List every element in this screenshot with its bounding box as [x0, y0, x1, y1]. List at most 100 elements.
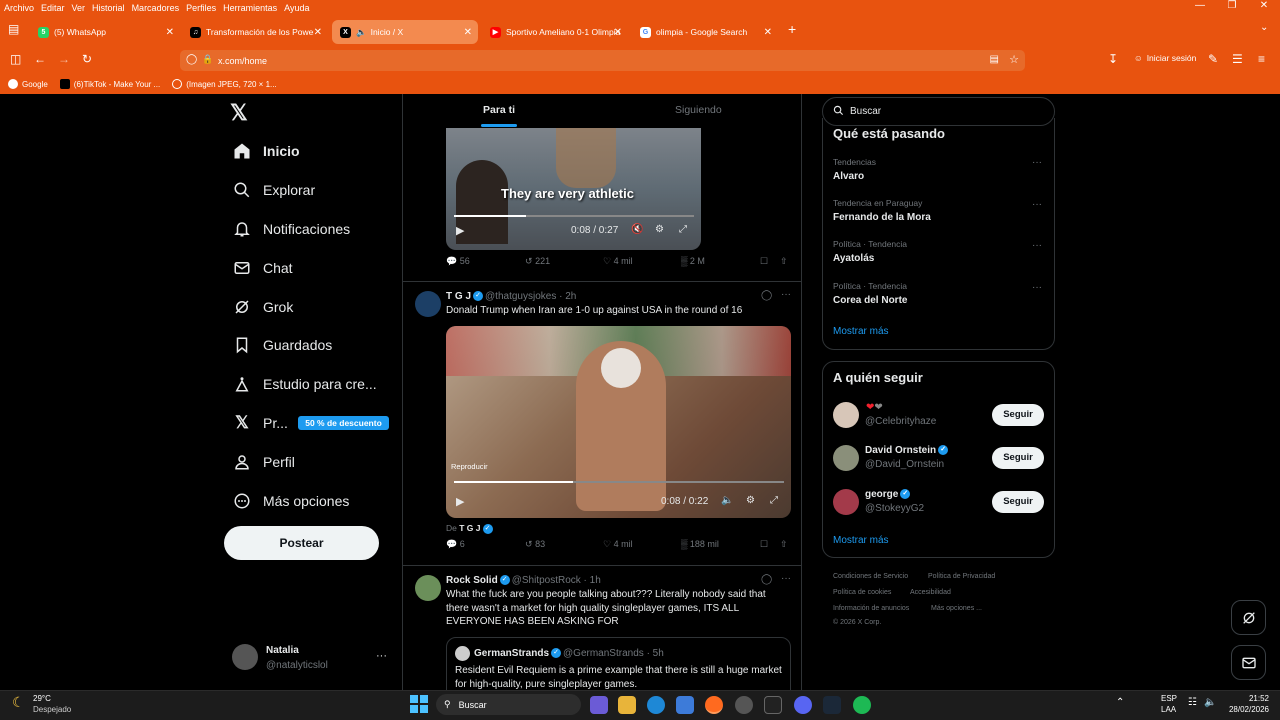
file-explorer-icon[interactable] [618, 696, 636, 714]
nav-home[interactable]: Inicio [232, 141, 300, 161]
fullscreen-icon[interactable]: ⤢ [679, 224, 687, 235]
share-icon[interactable]: ⇧ [780, 539, 788, 550]
trend-item[interactable]: Política · Tendencia Corea del Norte [833, 281, 907, 306]
discord-icon[interactable] [794, 696, 812, 714]
more-icon[interactable]: ··· [1032, 157, 1042, 168]
repost-button[interactable]: ↺ 83 [525, 539, 545, 550]
close-icon[interactable]: ✕ [314, 27, 322, 38]
fullscreen-icon[interactable]: ⤢ [770, 495, 778, 506]
back-icon[interactable]: ← [34, 52, 46, 66]
bookmark-icon[interactable]: ☐ [760, 256, 768, 267]
play-icon[interactable]: ▶ [456, 495, 464, 508]
footer-link[interactable]: Condiciones de Servicio [833, 573, 908, 580]
grok-icon[interactable]: ◯ [761, 574, 772, 585]
avatar[interactable] [833, 445, 859, 471]
forward-icon[interactable]: → [58, 52, 70, 66]
outlook-icon[interactable] [676, 696, 694, 714]
avatar[interactable] [833, 402, 859, 428]
repost-button[interactable]: ↺ 221 [525, 256, 550, 267]
app-icon[interactable] [735, 696, 753, 714]
follow-name[interactable]: george [865, 489, 898, 500]
moon-icon[interactable]: ☾ [12, 694, 25, 711]
spotify-icon[interactable] [853, 696, 871, 714]
bookmark-tiktok[interactable]: (6)TikTok - Make Your ... [59, 79, 160, 89]
follow-handle[interactable]: @StokeyyG2 [865, 503, 924, 514]
sidebar-toggle-icon[interactable]: ◫ [10, 52, 21, 66]
mute-icon[interactable]: 🔇 [631, 224, 643, 235]
trend-item[interactable]: Tendencia en Paraguay Fernando de la Mora [833, 198, 931, 223]
tab-following[interactable]: Siguiendo [675, 104, 722, 116]
footer-link[interactable]: Accesibilidad [910, 589, 951, 596]
settings-icon[interactable]: ⚙ [655, 224, 664, 235]
progress-track[interactable] [454, 215, 694, 217]
volume-icon[interactable]: 🔈 [1204, 697, 1216, 708]
nav-explore[interactable]: Explorar [232, 180, 315, 200]
star-icon[interactable]: ☆ [1009, 53, 1019, 66]
footer-link[interactable]: Información de anuncios [833, 605, 909, 612]
more-icon[interactable]: ··· [1032, 240, 1042, 251]
close-icon[interactable]: ✕ [614, 27, 622, 38]
epic-games-icon[interactable] [764, 696, 782, 714]
tab-overview-icon[interactable]: ▤ [8, 22, 19, 36]
grok-float-button[interactable] [1231, 600, 1266, 635]
clock-time[interactable]: 21:52 [1229, 694, 1269, 703]
views-button[interactable]: ▒ 2 M [681, 256, 705, 266]
more-icon[interactable]: ··· [1032, 282, 1042, 293]
views-button[interactable]: ▒ 188 mil [681, 539, 719, 549]
reply-button[interactable]: 💬 56 [446, 256, 470, 267]
menu-ver[interactable]: Ver [72, 3, 86, 13]
tray-chevron-icon[interactable]: ⌃ [1116, 697, 1124, 708]
footer-link[interactable]: Política de Privacidad [928, 573, 995, 580]
trend-item[interactable]: Tendencias Alvaro [833, 157, 876, 182]
share-icon[interactable]: ⇧ [780, 256, 788, 267]
volume-icon[interactable]: 🔈 [721, 495, 733, 506]
nav-premium[interactable]: 𝕏 Pr... [232, 413, 288, 433]
extensions-icon[interactable]: ✎ [1208, 52, 1218, 66]
like-button[interactable]: ♡ 4 mil [603, 539, 633, 550]
avatar[interactable] [232, 644, 258, 670]
taskbar-search[interactable]: ⚲ Buscar [436, 694, 581, 715]
menu-ayuda[interactable]: Ayuda [284, 3, 309, 13]
reply-button[interactable]: 💬 6 [446, 539, 465, 550]
weather-temp[interactable]: 29°C [33, 694, 51, 703]
close-icon[interactable]: ✕ [464, 27, 472, 38]
author-handle[interactable]: @ShitpostRock [512, 575, 581, 586]
footer-link[interactable]: Política de cookies [833, 589, 891, 596]
firefox-icon[interactable] [705, 696, 723, 714]
author-name[interactable]: T G J [446, 291, 471, 302]
close-icon[interactable]: ✕ [166, 27, 174, 38]
translate-icon[interactable]: ☰ [1232, 52, 1243, 66]
follow-handle[interactable]: @Celebrityhaze [865, 416, 936, 427]
nav-bookmarks[interactable]: Guardados [232, 335, 332, 355]
lang-indicator[interactable]: ESP [1161, 694, 1177, 703]
menu-perfiles[interactable]: Perfiles [186, 3, 216, 13]
restore-icon[interactable]: ❐ [1216, 0, 1248, 11]
menu-historial[interactable]: Historial [92, 3, 125, 13]
video-player[interactable]: They are very athletic ▶ 0:08 / 0:27 🔇 ⚙… [446, 128, 701, 250]
reload-icon[interactable]: ↻ [82, 52, 92, 66]
url-bar[interactable]: ◯ 🔒 x.com/home ▤ ☆ [180, 50, 1025, 71]
show-more-link[interactable]: Mostrar más [833, 326, 889, 337]
account-menu-icon[interactable]: ··· [376, 650, 387, 662]
avatar[interactable] [415, 291, 441, 317]
nav-creator-studio[interactable]: Estudio para cre... [232, 374, 377, 394]
bookmark-image[interactable]: (Imagen JPEG, 720 × 1... [172, 79, 277, 89]
nav-grok[interactable]: Grok [232, 297, 293, 317]
x-logo-icon[interactable]: 𝕏 [230, 100, 248, 126]
follow-name[interactable]: David Ornstein [865, 445, 936, 456]
close-window-icon[interactable]: ✕ [1248, 0, 1280, 11]
minimize-icon[interactable]: — [1184, 0, 1216, 11]
bookmark-icon[interactable]: ☐ [760, 539, 768, 550]
reader-view-icon[interactable]: ▤ [990, 54, 999, 65]
follow-handle[interactable]: @David_Ornstein [865, 459, 944, 470]
tab-tiktok[interactable]: ♫ Transformación de los Power R... ✕ [182, 20, 328, 44]
nav-chat[interactable]: Chat [232, 258, 293, 278]
bookmark-google[interactable]: Google [8, 79, 48, 89]
download-icon[interactable]: ↧ [1108, 52, 1118, 66]
new-tab-icon[interactable]: + [788, 21, 796, 37]
menu-marcadores[interactable]: Marcadores [132, 3, 180, 13]
quote-card[interactable]: GermanStrands ✓ @GermanStrands · 5h Reside… [446, 637, 791, 690]
tab-x-home[interactable]: X 🔈 Inicio / X ✕ [332, 20, 478, 44]
more-icon[interactable]: ··· [781, 289, 791, 300]
nav-more[interactable]: Más opciones [232, 491, 349, 511]
